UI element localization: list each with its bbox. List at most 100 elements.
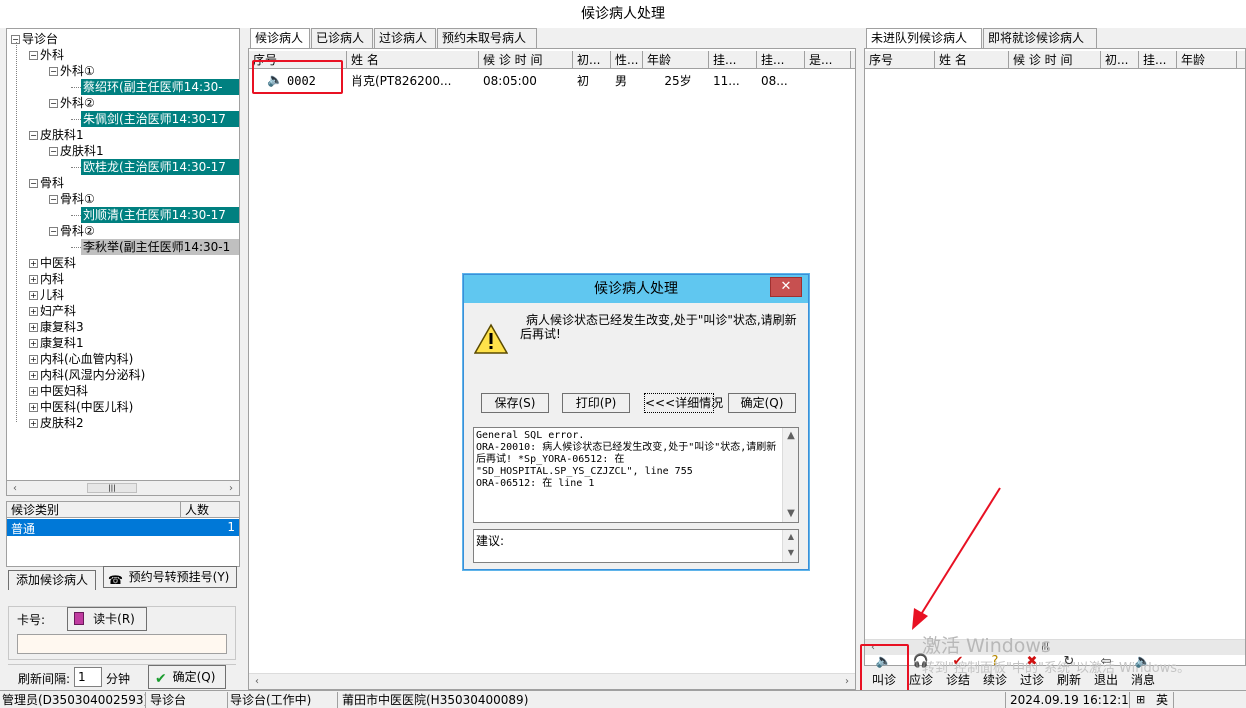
tree-subdept[interactable]: − 外科②: [49, 95, 95, 111]
scroll-left-icon[interactable]: ‹: [249, 674, 265, 690]
tree-dept[interactable]: + 内科(心血管内科): [29, 351, 133, 367]
expand-icon[interactable]: +: [29, 291, 38, 300]
tree-dept[interactable]: − 外科: [29, 47, 64, 63]
col-header-1[interactable]: 姓 名: [935, 51, 1009, 69]
suggestion-scrollbar[interactable]: ▲ ▼: [782, 530, 798, 562]
toolbar-message-button[interactable]: 🔈 消息: [1126, 650, 1160, 690]
cell-3[interactable]: 初: [573, 72, 611, 90]
expand-icon[interactable]: +: [29, 403, 38, 412]
scroll-left-icon[interactable]: ‹: [7, 481, 23, 497]
col-header-1[interactable]: 姓 名: [347, 51, 479, 69]
col-header-2[interactable]: 候 诊 时 间: [479, 51, 573, 69]
col-count[interactable]: 人数: [181, 502, 239, 518]
scroll-down-icon[interactable]: ▼: [783, 506, 799, 522]
cell-1[interactable]: 肖克(PT826200...: [347, 72, 479, 90]
expand-icon[interactable]: +: [29, 355, 38, 364]
expand-icon[interactable]: +: [29, 387, 38, 396]
cell-4[interactable]: 男: [611, 72, 643, 90]
toolbar-continue-button[interactable]: ? 续诊: [978, 650, 1012, 690]
category-row[interactable]: 普通 1: [7, 519, 239, 536]
tree-doctor[interactable]: 李秋举(副主任医师14:30-1: [81, 239, 239, 255]
collapse-icon[interactable]: −: [49, 227, 58, 236]
expand-icon[interactable]: +: [29, 259, 38, 268]
tree-dept[interactable]: + 皮肤科2: [29, 415, 84, 431]
tree-dept[interactable]: − 骨科: [29, 175, 64, 191]
tree-doctor[interactable]: 蔡绍环(副主任医师14:30-: [81, 79, 239, 95]
scroll-up-icon[interactable]: ▲: [783, 529, 799, 545]
tree-doctor[interactable]: 刘顺清(主任医师14:30-17: [81, 207, 239, 223]
expand-icon[interactable]: +: [29, 371, 38, 380]
col-header-7[interactable]: 挂...: [757, 51, 805, 69]
col-header-5[interactable]: 年龄: [1177, 51, 1237, 69]
scroll-right-icon[interactable]: ›: [223, 481, 239, 497]
expand-icon[interactable]: +: [29, 307, 38, 316]
tree-root[interactable]: − 导诊台: [11, 31, 58, 47]
save-button[interactable]: 保存(S): [481, 393, 549, 413]
col-header-2[interactable]: 候 诊 时 间: [1009, 51, 1101, 69]
tab-1[interactable]: 已诊病人: [311, 28, 373, 48]
read-card-button[interactable]: 读卡(R): [67, 607, 147, 631]
scroll-up-icon[interactable]: ▲: [783, 428, 799, 444]
tree-scrollbar[interactable]: ‹ ||| ›: [6, 480, 240, 496]
expand-icon[interactable]: +: [29, 323, 38, 332]
tree-dept[interactable]: + 内科(风湿内分泌科): [29, 367, 145, 383]
tree-dept[interactable]: + 妇产科: [29, 303, 76, 319]
details-button[interactable]: <<<详细情况: [644, 393, 723, 413]
cell-7[interactable]: 08...: [757, 72, 805, 90]
tree-doctor[interactable]: 欧桂龙(主治医师14:30-17: [81, 159, 239, 175]
tree-subdept[interactable]: − 骨科①: [49, 191, 95, 207]
collapse-icon[interactable]: −: [49, 195, 58, 204]
tab-0[interactable]: 未进队列候诊病人: [866, 28, 982, 49]
ime-icon[interactable]: ⊞: [1136, 693, 1145, 706]
tree-dept[interactable]: + 中医科: [29, 255, 76, 271]
expand-icon[interactable]: +: [29, 275, 38, 284]
collapse-icon[interactable]: −: [29, 51, 38, 60]
add-waiting-patient-tab[interactable]: 添加候诊病人: [8, 570, 96, 590]
toolbar-finish-button[interactable]: ✔ 诊结: [941, 650, 975, 690]
cell-5[interactable]: 25岁: [643, 72, 709, 90]
collapse-icon[interactable]: −: [49, 99, 58, 108]
toolbar-skip-button[interactable]: ✖ 过诊: [1015, 650, 1049, 690]
tab-3[interactable]: 预约未取号病人: [437, 28, 537, 48]
card-number-input[interactable]: [17, 634, 227, 654]
collapse-icon[interactable]: −: [49, 147, 58, 156]
collapse-icon[interactable]: −: [29, 131, 38, 140]
tree-dept[interactable]: + 中医科(中医儿科): [29, 399, 133, 415]
tree-doctor[interactable]: 朱佩剑(主治医师14:30-17: [81, 111, 239, 127]
appointment-transfer-button[interactable]: ☎ 预约号转预挂号(Y): [103, 566, 237, 588]
col-header-8[interactable]: 是...: [805, 51, 851, 69]
tree-subdept[interactable]: − 骨科②: [49, 223, 95, 239]
col-header-3[interactable]: 初...: [573, 51, 611, 69]
collapse-icon[interactable]: −: [29, 179, 38, 188]
center-scrollbar[interactable]: ‹ ›: [249, 673, 855, 689]
col-header-4[interactable]: 挂...: [1139, 51, 1177, 69]
refresh-ok-button[interactable]: ✔ 确定(Q): [148, 665, 226, 689]
ok-button[interactable]: 确定(Q): [728, 393, 796, 413]
toolbar-refresh-button[interactable]: ↻ 刷新: [1052, 650, 1086, 690]
expand-icon[interactable]: +: [29, 419, 38, 428]
tab-2[interactable]: 过诊病人: [374, 28, 436, 48]
tree-dept[interactable]: − 皮肤科1: [29, 127, 84, 143]
cell-2[interactable]: 08:05:00: [479, 72, 573, 90]
tree-dept[interactable]: + 儿科: [29, 287, 64, 303]
suggestion-box[interactable]: 建议: ▲ ▼: [473, 529, 799, 563]
print-button[interactable]: 打印(P): [562, 393, 630, 413]
detail-scrollbar[interactable]: ▲ ▼: [782, 428, 798, 522]
tree-subdept[interactable]: − 皮肤科1: [49, 143, 104, 159]
refresh-interval-input[interactable]: 1: [74, 667, 102, 687]
col-header-6[interactable]: 挂...: [709, 51, 757, 69]
toolbar-exit-button[interactable]: ⇦ 退出: [1089, 650, 1123, 690]
category-grid[interactable]: 候诊类别 人数 普通 1: [6, 501, 240, 567]
cell-8[interactable]: [805, 72, 851, 90]
error-detail-box[interactable]: General SQL error. ORA-20010: 病人候诊状态已经发生…: [473, 427, 799, 523]
toolbar-call-button[interactable]: 🔈 叫诊: [867, 650, 901, 690]
tree-dept[interactable]: + 康复科1: [29, 335, 84, 351]
toolbar-answer-button[interactable]: 🎧 应诊: [904, 650, 938, 690]
tab-0[interactable]: 候诊病人: [250, 28, 310, 49]
col-header-3[interactable]: 初...: [1101, 51, 1139, 69]
cell-6[interactable]: 11...: [709, 72, 757, 90]
col-header-5[interactable]: 年龄: [643, 51, 709, 69]
col-header-0[interactable]: 序号: [865, 51, 935, 69]
tab-1[interactable]: 即将就诊候诊病人: [983, 28, 1097, 48]
scroll-thumb[interactable]: |||: [87, 483, 137, 493]
